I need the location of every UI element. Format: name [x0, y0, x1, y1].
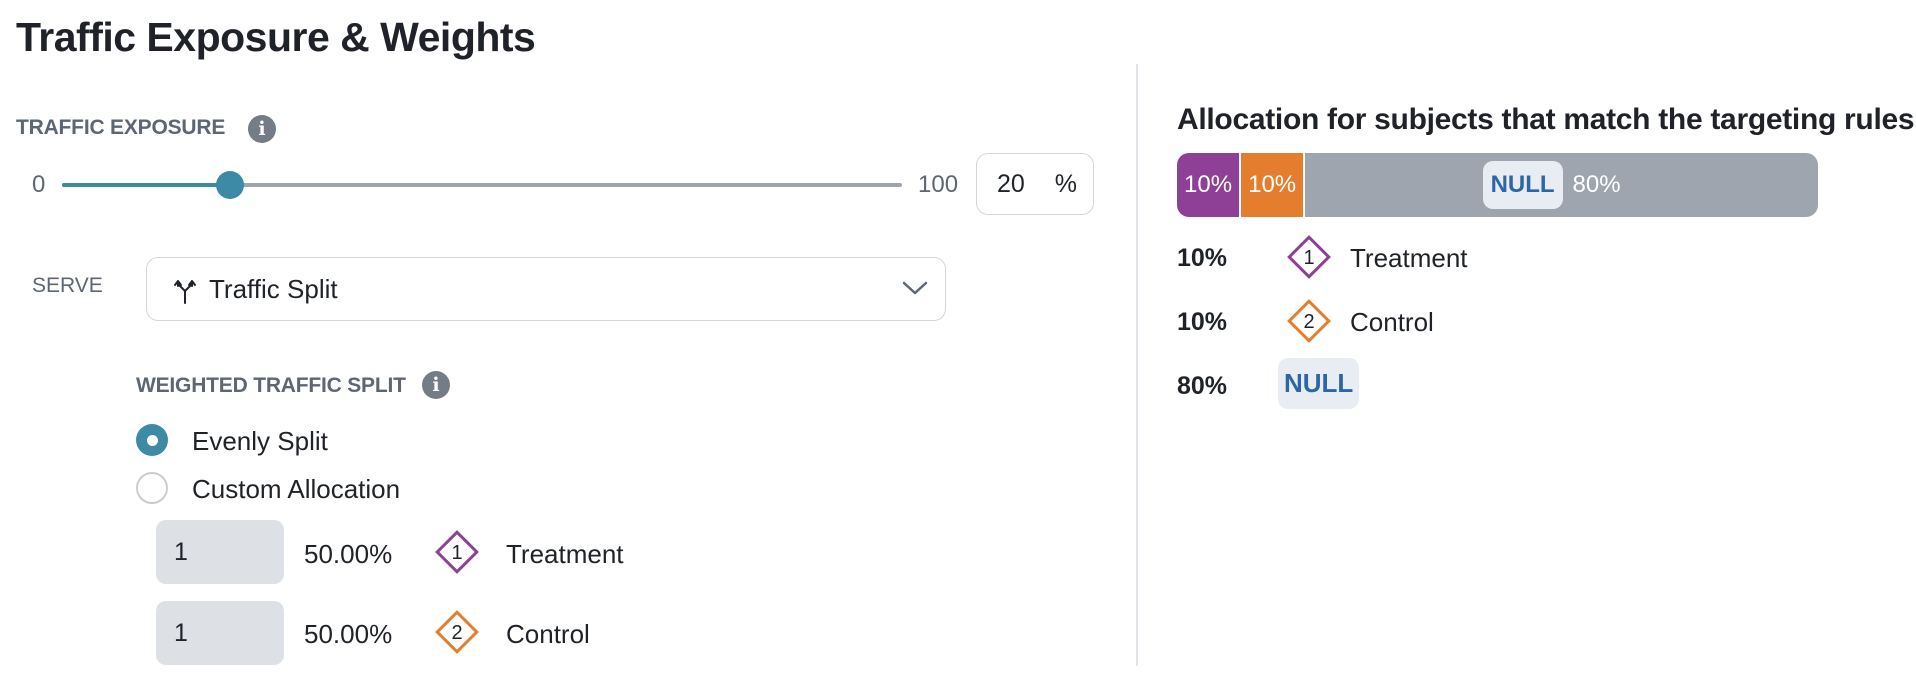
weight-input-control[interactable]: 1 — [156, 601, 284, 665]
legend-null-badge: NULL — [1278, 358, 1360, 409]
legend-name-treatment: Treatment — [1350, 243, 1468, 273]
slider-max-label: 100 — [918, 171, 959, 198]
weight-value: 1 — [174, 538, 188, 566]
legend-name-control: Control — [1350, 307, 1434, 337]
weighted-split-label: WEIGHTED TRAFFIC SPLIT — [136, 374, 406, 397]
variation-badge-number: 2 — [451, 622, 462, 644]
split-arrows-icon — [174, 280, 196, 304]
serve-label: SERVE — [32, 274, 103, 297]
slider-min-label: 0 — [32, 171, 46, 198]
variation-badge-number: 2 — [1303, 311, 1314, 333]
page-title: Traffic Exposure & Weights — [16, 14, 536, 60]
serve-selected-value: Traffic Split — [209, 274, 338, 304]
variation-name-treatment: Treatment — [506, 539, 624, 569]
legend-percent: 10% — [1177, 308, 1228, 336]
serve-select[interactable]: Traffic Split — [146, 257, 946, 321]
panel-divider — [1136, 64, 1138, 666]
custom-allocation-radio[interactable] — [136, 472, 168, 504]
percent-unit: % — [1054, 170, 1077, 198]
weight-percent: 50.00% — [304, 539, 393, 569]
segment-label: 10% — [1248, 171, 1297, 198]
variation-1-diamond-icon: 1 — [435, 530, 479, 574]
evenly-split-radio[interactable] — [136, 424, 168, 456]
variation-2-diamond-icon: 2 — [1287, 299, 1331, 343]
exposure-slider-thumb[interactable] — [216, 171, 244, 199]
segment-label: 80% — [1572, 171, 1621, 198]
traffic-exposure-label: TRAFFIC EXPOSURE — [16, 116, 226, 139]
info-icon[interactable]: i — [422, 371, 450, 399]
exposure-value: 20 — [997, 170, 1025, 198]
allocation-title: Allocation for subjects that match the t… — [1177, 103, 1915, 136]
allocation-bar: 10% 10% NULL 80% — [1177, 153, 1818, 217]
chevron-down-icon — [902, 281, 928, 295]
variation-badge-number: 1 — [1303, 247, 1314, 269]
legend-percent: 80% — [1177, 372, 1228, 400]
variation-1-diamond-icon: 1 — [1287, 235, 1331, 279]
variation-2-diamond-icon: 2 — [435, 610, 479, 654]
allocation-segment-control: 10% — [1241, 153, 1306, 217]
legend-percent: 10% — [1177, 244, 1228, 272]
info-icon[interactable]: i — [248, 115, 276, 143]
custom-allocation-label[interactable]: Custom Allocation — [192, 474, 400, 505]
null-badge: NULL — [1482, 161, 1563, 209]
allocation-segment-null: NULL 80% — [1305, 153, 1818, 217]
exposure-slider-fill — [62, 183, 230, 187]
weight-percent: 50.00% — [304, 619, 393, 649]
weight-input-treatment[interactable]: 1 — [156, 520, 284, 584]
weight-value: 1 — [174, 619, 188, 647]
allocation-segment-treatment: 10% — [1177, 153, 1242, 217]
variation-name-control: Control — [506, 619, 590, 649]
variation-badge-number: 1 — [451, 542, 462, 564]
evenly-split-label[interactable]: Evenly Split — [192, 426, 328, 457]
exposure-percent-input[interactable]: 20 % — [976, 153, 1094, 215]
segment-label: 10% — [1184, 171, 1233, 198]
